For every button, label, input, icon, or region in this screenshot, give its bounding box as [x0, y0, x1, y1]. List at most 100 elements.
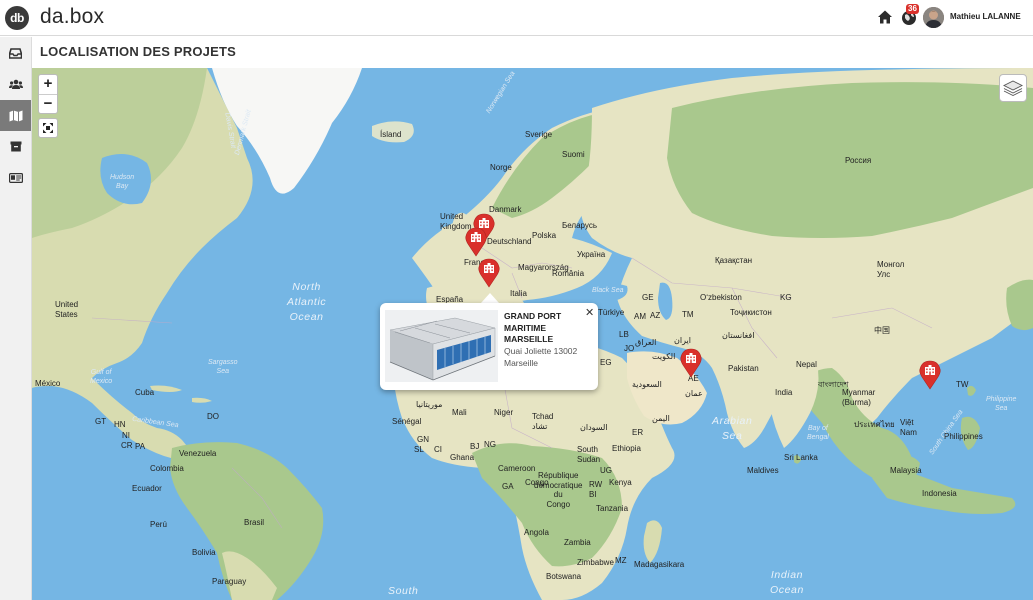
- place-label: Қазақстан: [715, 256, 753, 265]
- zoom-in-button[interactable]: +: [39, 75, 57, 94]
- place-label: Colombia: [150, 464, 184, 473]
- place-label: PA: [135, 442, 146, 451]
- place-label: RW: [589, 480, 603, 489]
- place-label: CI: [434, 445, 442, 454]
- place-label: United States: [55, 300, 79, 319]
- place-label: Botswana: [546, 572, 582, 581]
- place-label: ER: [632, 428, 644, 437]
- sea-label-philippine: Philippine Sea: [986, 396, 1017, 412]
- place-label: 中国: [874, 326, 890, 335]
- place-label: Madagasikara: [634, 560, 685, 569]
- place-label: Россия: [845, 156, 872, 165]
- place-label: Pakistan: [728, 364, 759, 373]
- page-title: LOCALISATION DES PROJETS: [40, 44, 236, 59]
- place-label: MZ: [615, 556, 627, 565]
- place-label: Nepal: [796, 360, 817, 369]
- place-label: Ghana: [450, 453, 475, 462]
- place-label: Congo: [525, 478, 549, 487]
- sidebar-item-users[interactable]: [0, 69, 31, 100]
- place-label: Việt Nam: [900, 418, 917, 437]
- place-label: EG: [600, 358, 612, 367]
- logo[interactable]: db: [5, 6, 29, 30]
- ocean-label-arabian-sea: Arabian Sea: [712, 415, 753, 442]
- sea-label-bay-of-bengal: Bay of Bengal: [807, 425, 829, 441]
- popup-title[interactable]: GRAND PORT MARITIME MARSEILLE: [504, 311, 584, 346]
- ocean-label-north-atlantic: North Atlantic Ocean: [287, 281, 327, 323]
- marker-france-north[interactable]: [465, 227, 487, 257]
- fullscreen-button[interactable]: [38, 118, 58, 138]
- avatar[interactable]: [923, 7, 944, 28]
- place-label: Oʻzbekiston: [700, 293, 742, 302]
- home-icon[interactable]: [877, 9, 893, 25]
- place-label: SL: [414, 445, 424, 454]
- place-label: Sénégal: [392, 417, 422, 426]
- fullscreen-icon: [43, 123, 53, 133]
- place-label: Tanzania: [596, 504, 629, 513]
- place-label: Malaysia: [890, 466, 922, 475]
- place-label: México: [35, 379, 61, 388]
- project-thumbnail[interactable]: [385, 310, 498, 382]
- place-label: ประเทศไทย: [854, 420, 895, 429]
- place-label: Sri Lanka: [784, 453, 818, 462]
- place-label: اليمن: [652, 414, 670, 423]
- place-label: Italia: [510, 289, 527, 298]
- place-label: GE: [642, 293, 654, 302]
- archive-icon: [10, 141, 21, 152]
- place-label: AZ: [650, 311, 661, 320]
- sidebar-item-archive[interactable]: [0, 131, 31, 162]
- place-label: Cuba: [135, 388, 155, 397]
- place-label: HN: [114, 420, 126, 429]
- place-label: Bolivia: [192, 548, 216, 557]
- sea-label-sargasso: Sargasso Sea: [208, 359, 238, 375]
- zoom-out-button[interactable]: −: [39, 94, 57, 113]
- notification-badge[interactable]: 36: [906, 4, 919, 14]
- layers-button[interactable]: [999, 74, 1027, 102]
- sea-label-black-sea: Black Sea: [592, 287, 624, 294]
- place-label: Venezuela: [179, 449, 217, 458]
- place-label: GT: [95, 417, 107, 426]
- place-label: Zambia: [564, 538, 591, 547]
- sidebar: [0, 37, 32, 600]
- brand-name[interactable]: da.box: [40, 5, 104, 29]
- place-label: TW: [956, 380, 969, 389]
- ocean-label-south: South: [388, 585, 419, 597]
- marker-gulf[interactable]: [680, 348, 702, 378]
- place-label: الكويت: [652, 352, 676, 361]
- place-label: Maldives: [747, 466, 779, 475]
- place-label: موريتانيا: [416, 400, 443, 409]
- map-icon: [9, 110, 22, 121]
- place-label: NI: [122, 431, 130, 440]
- place-label: Zimbabwe: [577, 558, 614, 567]
- sidebar-item-id-card[interactable]: [0, 162, 31, 193]
- place-label: Ecuador: [132, 484, 162, 493]
- place-label: Myanmar (Burma): [842, 388, 876, 407]
- marker-marseille[interactable]: [478, 258, 500, 288]
- place-label: Paraguay: [212, 577, 247, 586]
- place-label: Polska: [532, 231, 557, 240]
- place-label: السعودية: [632, 380, 662, 389]
- place-label: LB: [619, 330, 629, 339]
- place-label: Angola: [524, 528, 549, 537]
- id-card-icon: [8, 172, 23, 183]
- zoom-control: + −: [38, 74, 58, 114]
- place-label: Монгол Улс: [877, 260, 905, 279]
- place-label: CR: [121, 441, 133, 450]
- place-label: UG: [600, 466, 612, 475]
- place-label: JO: [624, 344, 635, 353]
- place-label: Perú: [150, 520, 167, 529]
- place-label: Ísland: [380, 130, 402, 139]
- sidebar-item-inbox[interactable]: [0, 38, 31, 69]
- place-label: République démocratique du Congo: [534, 471, 583, 509]
- place-label: Ethiopia: [612, 444, 641, 453]
- popup-close-button[interactable]: ✕: [585, 306, 594, 319]
- place-label: AM: [634, 312, 646, 321]
- place-label: BJ: [470, 442, 480, 451]
- sidebar-item-map[interactable]: [0, 100, 31, 131]
- popup-address-line1: Quai Joliette 13002: [504, 346, 578, 356]
- place-label: KG: [780, 293, 792, 302]
- place-label: Suomi: [562, 150, 585, 159]
- marker-hong-kong[interactable]: [919, 360, 941, 390]
- user-name[interactable]: Mathieu LALANNE: [950, 12, 1021, 21]
- place-label: NG: [484, 440, 496, 449]
- place-label: Cameroon: [498, 464, 536, 473]
